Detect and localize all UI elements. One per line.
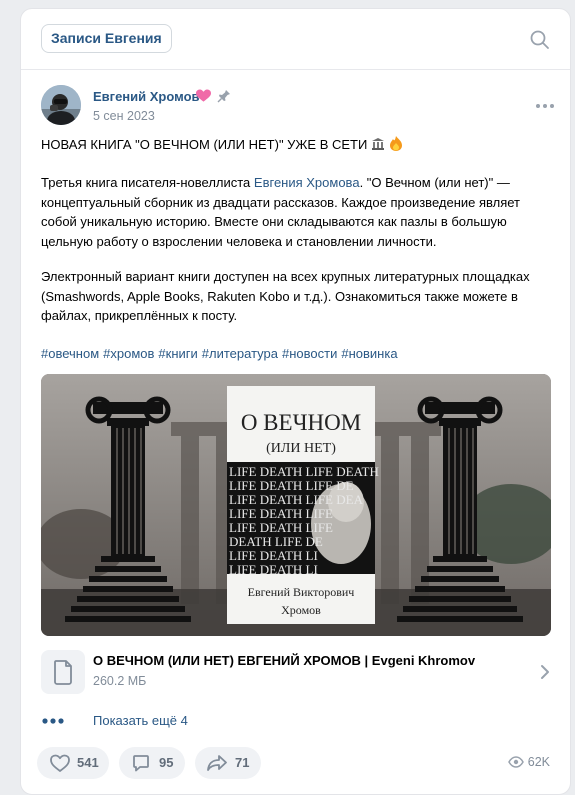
hashtag-link[interactable]: #хромов	[103, 346, 154, 361]
post-card: Записи Евгения Евгений Хромов 5 сен 2023…	[20, 8, 571, 795]
comment-count: 95	[159, 755, 174, 770]
comment-button[interactable]: 95	[119, 747, 185, 779]
cover-pattern-line: LIFE DEATH LIFE DE	[229, 478, 354, 493]
book-cover: О ВЕЧНОМ (ИЛИ НЕТ) LIFE DEATH LIFE DEATH…	[227, 386, 379, 624]
hashtag-link[interactable]: #книги	[158, 346, 197, 361]
file-icon-box	[41, 650, 85, 694]
avatar[interactable]	[41, 85, 81, 125]
search-icon[interactable]	[529, 29, 551, 51]
cover-pattern-line: LIFE DEATH LIFE	[229, 520, 333, 535]
post-date[interactable]: 5 сен 2023	[93, 109, 155, 123]
pin-icon	[217, 90, 230, 103]
cover-title: О ВЕЧНОМ	[241, 410, 361, 435]
post-paragraph-1: Третья книга писателя-новеллиста Евгения…	[41, 173, 551, 251]
header-divider	[21, 69, 570, 70]
heart-emoji-icon	[196, 89, 211, 102]
fire-emoji-icon	[389, 136, 402, 151]
views-counter: 62K	[507, 755, 550, 769]
post-paragraph-2: Электронный вариант книги доступен на вс…	[41, 269, 530, 323]
cover-author-line1: Евгений Викторович	[248, 585, 355, 599]
post-title-line: НОВАЯ КНИГА "О ВЕЧНОМ (ИЛИ НЕТ)" УЖЕ В С…	[41, 135, 551, 155]
show-more-label[interactable]: Показать ещё 4	[93, 713, 188, 728]
cover-pattern-line: LIFE DEATH LIFE DEATH	[229, 464, 379, 479]
hashtag-link[interactable]: #новинка	[341, 346, 397, 361]
share-count: 71	[235, 755, 250, 770]
share-button[interactable]: 71	[195, 747, 261, 779]
hashtag-link[interactable]: #литература	[202, 346, 278, 361]
like-count: 541	[77, 755, 99, 770]
p1-prefix: Третья книга писателя-новеллиста	[41, 175, 254, 190]
file-icon	[54, 660, 72, 685]
hashtag-link[interactable]: #овечном	[41, 346, 99, 361]
like-button[interactable]: 541	[37, 747, 109, 779]
attachment-size: 260.2 МБ	[93, 674, 147, 688]
hashtags: #овечном #хромов #книги #литература #новости…	[41, 344, 551, 364]
attachment-name[interactable]: О ВЕЧНОМ (ИЛИ НЕТ) ЕВГЕНИЙ ХРОМОВ | Evge…	[93, 653, 475, 668]
book-cover-image[interactable]: О ВЕЧНОМ (ИЛИ НЕТ) LIFE DEATH LIFE DEATH…	[41, 374, 551, 636]
eye-icon	[507, 756, 524, 768]
show-more-attachments[interactable]: Показать ещё 4	[41, 711, 241, 733]
comment-icon	[133, 755, 149, 772]
share-icon	[207, 755, 227, 771]
post-title: НОВАЯ КНИГА "О ВЕЧНОМ (ИЛИ НЕТ)" УЖЕ В С…	[41, 137, 368, 152]
wall-filter-chip[interactable]: Записи Евгения	[41, 24, 172, 53]
dots-icon	[42, 718, 64, 724]
chevron-right-icon[interactable]	[539, 664, 551, 680]
cover-pattern-line: LIFE DEATH LI	[229, 562, 318, 577]
cover-pattern-line: LIFE DEATH LIFE	[229, 506, 333, 521]
author-name[interactable]: Евгений Хромов	[93, 89, 200, 104]
wall-header: Записи Евгения	[21, 9, 570, 69]
cover-pattern-line: DEATH LIFE DE	[229, 534, 323, 549]
classical-building-emoji-icon	[371, 138, 384, 150]
heart-icon	[50, 754, 70, 772]
view-count: 62K	[527, 755, 550, 769]
cover-pattern-line: LIFE DEATH LI	[229, 548, 318, 563]
cover-subtitle: (ИЛИ НЕТ)	[266, 441, 336, 456]
more-icon[interactable]	[535, 103, 555, 109]
cover-author-line2: Хромов	[281, 603, 321, 617]
attachment-row[interactable]: О ВЕЧНОМ (ИЛИ НЕТ) ЕВГЕНИЙ ХРОМОВ | Evge…	[41, 650, 551, 694]
author-mention-link[interactable]: Евгения Хромова	[254, 175, 360, 190]
cover-pattern-line: LIFE DEATH LIFE DEA	[229, 492, 364, 507]
hashtag-link[interactable]: #новости	[282, 346, 337, 361]
